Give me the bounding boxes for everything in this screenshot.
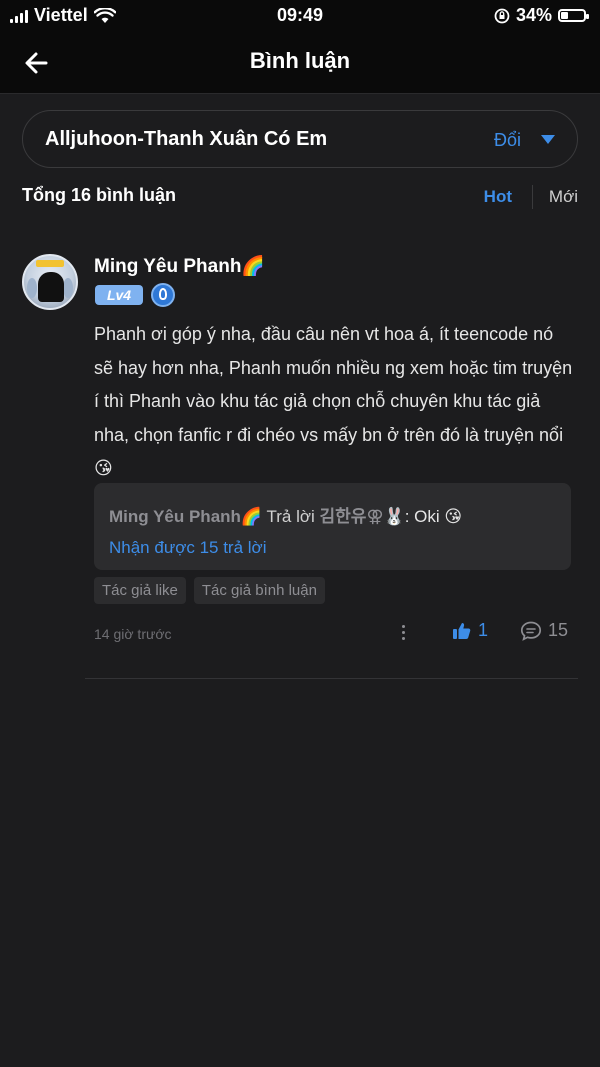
battery-fill [561,12,569,19]
story-title: Alljuhoon-Thanh Xuân Có Em [45,128,328,150]
reply-line: Ming Yêu Phanh🌈 Trả lời 김한유⚢🐰: Oki 😘 [109,502,462,527]
thumbs-up-icon [453,622,471,639]
sort-hot-tab[interactable]: Hot [484,187,512,207]
comment-username[interactable]: Ming Yêu Phanh🌈 [94,254,265,278]
change-story-button[interactable]: Đổi [494,130,521,151]
reply-author[interactable]: Ming Yêu Phanh🌈 [109,507,262,526]
avatar[interactable] [22,254,78,310]
comment-text: Phanh ơi góp ý nha, đầu câu nên vt hoa á… [94,324,573,478]
comment-meta: 14 giờ trước 1 15 [94,620,574,650]
caret-down-icon[interactable] [541,135,555,144]
comment-time: 14 giờ trước [94,626,172,642]
author-tags: Tác giả like Tác giả bình luận [94,577,325,604]
comment-count: Tổng 16 bình luận [22,185,176,205]
sort-divider [532,185,533,209]
story-selector[interactable]: Alljuhoon-Thanh Xuân Có Em Đổi [22,110,578,168]
reply-target[interactable]: 김한유⚢🐰 [320,507,405,526]
reply-verb: Trả lời [262,507,320,526]
tag-author-comment: Tác giả bình luận [193,577,325,604]
orientation-lock-icon [494,8,510,23]
nav-bar: Bình luận [0,32,600,94]
battery-percent: 34% [515,5,552,25]
more-options-icon[interactable] [400,622,406,644]
battery-group: 34% [494,5,589,26]
reply-text: : Oki 😘 [404,507,463,526]
battery-icon [558,9,589,22]
reply-count: 15 [548,620,569,640]
reply-preview[interactable]: Ming Yêu Phanh🌈 Trả lời 김한유⚢🐰: Oki 😘 Nhậ… [94,483,571,570]
page-title: Bình luận [249,48,351,73]
tag-author-like: Tác giả like [94,577,186,604]
status-bar: Viettel 09:49 34% [0,0,600,32]
vip-badge-icon [151,283,175,307]
view-replies-link[interactable]: Nhận được 15 trả lời [109,538,266,558]
level-badge: Lv4 [95,285,143,305]
sort-new-tab[interactable]: Mới [549,187,578,207]
comment-divider [85,678,578,679]
comment-bubble-icon [520,621,542,641]
like-button[interactable]: 1 [452,620,488,641]
comments-summary: Tổng 16 bình luận Hot Mới [22,185,578,211]
reply-button[interactable]: 15 [520,620,568,641]
like-count: 1 [478,620,489,640]
